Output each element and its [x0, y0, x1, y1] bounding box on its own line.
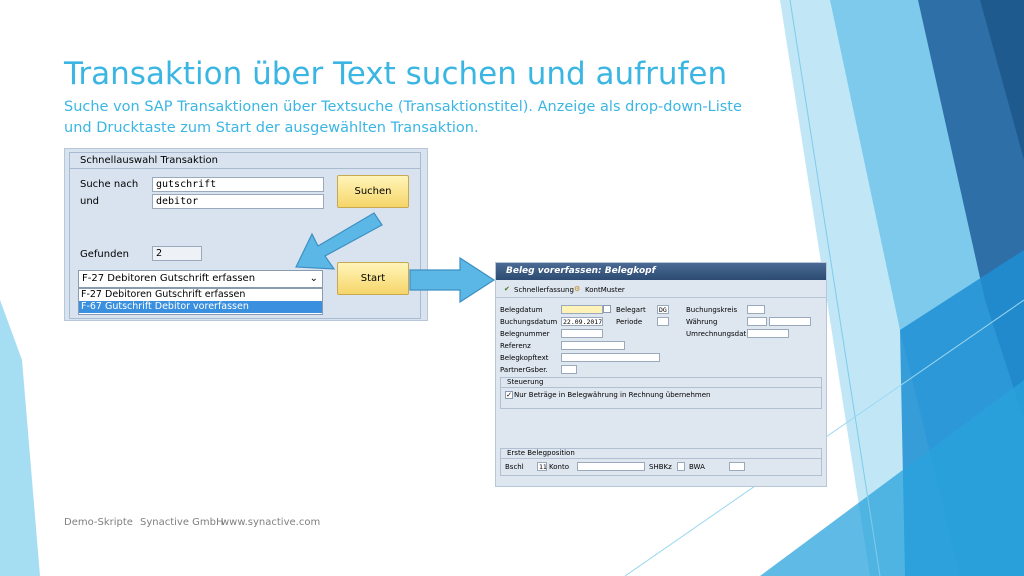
exchange-rate-field[interactable]	[769, 317, 811, 326]
currency-label: Währung	[686, 318, 718, 326]
sgl-field[interactable]	[677, 462, 685, 471]
doc-date-field[interactable]	[561, 305, 603, 314]
reference-label: Referenz	[500, 342, 531, 350]
footer-middle: Synactive GmbH	[140, 517, 224, 528]
first-item-header: Erste Belegposition	[501, 449, 821, 459]
reference-field[interactable]	[561, 341, 625, 350]
transaction-type-label: BWA	[689, 463, 705, 471]
footer-left: Demo-Skripte	[64, 517, 133, 528]
period-field[interactable]	[657, 317, 669, 326]
account-field[interactable]	[577, 462, 645, 471]
posting-key-field[interactable]: 11	[537, 462, 547, 471]
doc-type-label: Belegart	[616, 306, 646, 314]
transaction-type-field[interactable]	[729, 462, 745, 471]
arrow-right-icon	[409, 256, 496, 304]
header-text-label: Belegkopftext	[500, 354, 549, 362]
arrow-down-left-icon	[295, 212, 383, 270]
doc-date-label: Belegdatum	[500, 306, 543, 314]
conversion-date-field[interactable]	[747, 329, 789, 338]
doc-type-field[interactable]: DG	[657, 305, 669, 314]
doc-number-label: Belegnummer	[500, 330, 550, 338]
header-text-field[interactable]	[561, 353, 660, 362]
company-code-label: Buchungskreis	[686, 306, 738, 314]
currency-field[interactable]	[747, 317, 767, 326]
account-model-icon: ⚙	[574, 285, 581, 293]
company-code-field[interactable]	[747, 305, 765, 314]
account-label: Konto	[549, 463, 569, 471]
period-label: Periode	[616, 318, 643, 326]
partner-label: PartnerGsber.	[500, 366, 548, 374]
control-group: Steuerung ✓ Nur Beträge in Belegwährung …	[500, 377, 822, 409]
document-entry-title: Beleg vorerfassen: Belegkopf	[496, 263, 826, 280]
posting-key-label: Bschl	[505, 463, 524, 471]
partner-field[interactable]	[561, 365, 577, 374]
fast-entry-button[interactable]: Schnellerfassung	[514, 286, 574, 294]
belegwaehrung-checkbox-label: Nur Beträge in Belegwährung in Rechnung …	[514, 391, 711, 399]
document-entry-panel: Beleg vorerfassen: Belegkopf ✔ Schneller…	[495, 262, 827, 487]
doc-number-field[interactable]	[561, 329, 603, 338]
conversion-date-label: Umrechnungsdat	[686, 330, 747, 338]
sgl-label: SHBKz	[649, 463, 672, 471]
posting-date-label: Buchungsdatum	[500, 318, 558, 326]
footer-right: www.synactive.com	[221, 517, 321, 528]
account-model-button[interactable]: KontMuster	[585, 286, 625, 294]
first-item-group: Erste Belegposition Bschl 11 Konto SHBKz…	[500, 448, 822, 476]
belegwaehrung-checkbox[interactable]: ✓	[505, 391, 513, 399]
control-group-header: Steuerung	[501, 378, 821, 388]
calendar-icon[interactable]	[603, 305, 611, 313]
posting-date-field[interactable]: 22.09.2017	[561, 317, 603, 326]
fast-entry-icon: ✔	[504, 285, 510, 293]
document-toolbar: ✔ Schnellerfassung ⚙ KontMuster	[496, 281, 826, 298]
